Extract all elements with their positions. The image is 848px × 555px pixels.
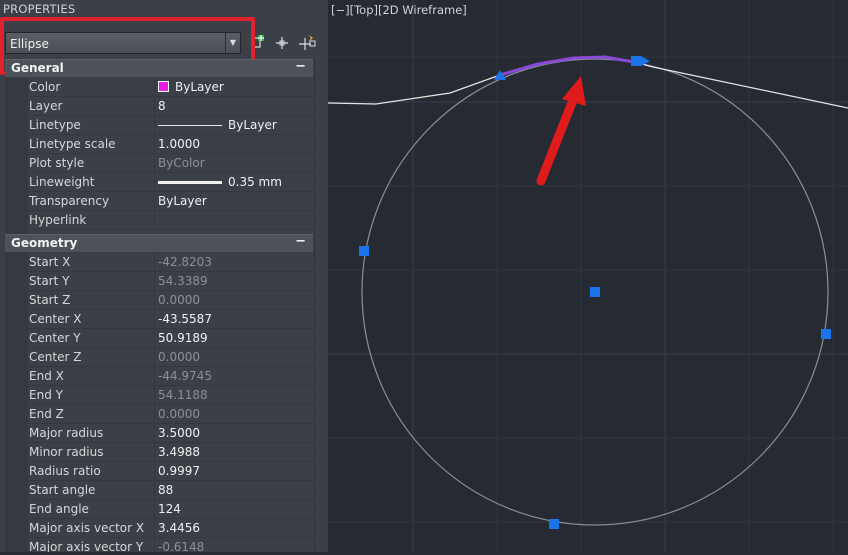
- prop-name: Layer: [29, 99, 63, 113]
- prop-name: Start Z: [29, 293, 71, 307]
- lineweight-preview-icon: [158, 181, 222, 184]
- prop-value[interactable]: ByLayer: [158, 118, 277, 132]
- prop-row-end-z[interactable]: End Z 0.0000: [28, 405, 313, 424]
- linetype-preview-icon: [158, 125, 222, 126]
- prop-value[interactable]: -0.6148: [158, 540, 204, 552]
- prop-row-plot-style[interactable]: Plot style ByColor: [28, 154, 313, 173]
- prop-name: End X: [29, 369, 64, 383]
- grid-major: [328, 0, 848, 552]
- palette-title: PROPERTIES: [3, 2, 76, 16]
- prop-value[interactable]: ByLayer: [158, 194, 207, 208]
- quadrant-grip-left-icon[interactable]: [359, 246, 369, 256]
- prop-row-start-y[interactable]: Start Y 54.3389: [28, 272, 313, 291]
- prop-value[interactable]: 0.0000: [158, 293, 200, 307]
- prop-name: Major radius: [29, 426, 104, 440]
- annotation-arrow-icon: [536, 76, 586, 186]
- prop-name: End Y: [29, 388, 63, 402]
- properties-palette: PROPERTIES Ellipse ▼ General − Color ByL…: [0, 0, 328, 552]
- prop-name: Center X: [29, 312, 82, 326]
- section-general-title: General: [11, 61, 64, 75]
- palette-scrollbar[interactable]: [314, 58, 328, 552]
- selected-elliptical-arc[interactable]: [499, 55, 635, 77]
- prop-row-minor-radius[interactable]: Minor radius 3.4988: [28, 443, 313, 462]
- center-grip-icon[interactable]: [590, 287, 600, 297]
- prop-row-color[interactable]: Color ByLayer: [28, 78, 313, 97]
- prop-value[interactable]: 124: [158, 502, 181, 516]
- prop-row-radius-ratio[interactable]: Radius ratio 0.9997: [28, 462, 313, 481]
- prop-name: Transparency: [29, 194, 110, 208]
- prop-row-layer[interactable]: Layer 8: [28, 97, 313, 116]
- prop-value[interactable]: 3.5000: [158, 426, 200, 440]
- prop-name: Major axis vector X: [29, 521, 145, 535]
- prop-name: End angle: [29, 502, 89, 516]
- prop-name: Lineweight: [29, 175, 95, 189]
- prop-name: Plot style: [29, 156, 85, 170]
- viewport-controls-label[interactable]: [−][Top][2D Wireframe]: [331, 3, 467, 17]
- prop-row-end-angle[interactable]: End angle 124: [28, 500, 313, 519]
- prop-row-major-axis-vector-y[interactable]: Major axis vector Y -0.6148: [28, 538, 313, 552]
- prop-value[interactable]: 3.4456: [158, 521, 200, 535]
- prop-name: Radius ratio: [29, 464, 101, 478]
- prop-value: ByColor: [158, 156, 205, 170]
- section-general-header[interactable]: General −: [5, 59, 313, 77]
- polyline-curve[interactable]: [327, 56, 848, 109]
- section-geometry-header[interactable]: Geometry −: [5, 234, 313, 252]
- drawing-canvas[interactable]: [327, 0, 848, 552]
- drawing-viewport[interactable]: [−][Top][2D Wireframe]: [327, 0, 848, 552]
- prop-value[interactable]: ByLayer: [158, 80, 224, 94]
- prop-value[interactable]: 8: [158, 99, 166, 113]
- prop-name: Hyperlink: [29, 213, 87, 227]
- prop-value[interactable]: 54.3389: [158, 274, 208, 288]
- prop-row-hyperlink[interactable]: Hyperlink: [28, 211, 313, 230]
- grid: [328, 0, 848, 552]
- prop-value[interactable]: 54.1188: [158, 388, 208, 402]
- prop-name: Start angle: [29, 483, 96, 497]
- prop-value[interactable]: 0.9997: [158, 464, 200, 478]
- prop-row-end-y[interactable]: End Y 54.1188: [28, 386, 313, 405]
- prop-name: Center Y: [29, 331, 81, 345]
- prop-row-lineweight[interactable]: Lineweight 0.35 mm: [28, 173, 313, 192]
- prop-value[interactable]: -44.9745: [158, 369, 212, 383]
- prop-row-center-x[interactable]: Center X -43.5587: [28, 310, 313, 329]
- prop-name: End Z: [29, 407, 64, 421]
- prop-name: Minor radius: [29, 445, 104, 459]
- quadrant-grip-bottom-icon[interactable]: [549, 519, 559, 529]
- select-objects-icon[interactable]: [272, 32, 292, 54]
- prop-name: Center Z: [29, 350, 82, 364]
- prop-name: Linetype: [29, 118, 81, 132]
- prop-name: Linetype scale: [29, 137, 116, 151]
- collapse-toggle-icon[interactable]: −: [295, 234, 306, 249]
- prop-row-major-axis-vector-x[interactable]: Major axis vector X 3.4456: [28, 519, 313, 538]
- prop-value[interactable]: 0.0000: [158, 350, 200, 364]
- arc-end-grip-icon[interactable]: [631, 56, 641, 66]
- prop-row-start-x[interactable]: Start X -42.8203: [28, 253, 313, 272]
- prop-row-transparency[interactable]: Transparency ByLayer: [28, 192, 313, 211]
- quick-select-icon[interactable]: [297, 32, 317, 54]
- prop-value[interactable]: 88: [158, 483, 173, 497]
- prop-name: Start Y: [29, 274, 70, 288]
- prop-value[interactable]: 50.9189: [158, 331, 208, 345]
- prop-name: Start X: [29, 255, 71, 269]
- prop-value[interactable]: -42.8203: [158, 255, 212, 269]
- prop-value[interactable]: -43.5587: [158, 312, 212, 326]
- prop-name: Major axis vector Y: [29, 540, 144, 552]
- prop-name: Color: [29, 80, 61, 94]
- quadrant-grip-right-icon[interactable]: [821, 329, 831, 339]
- prop-row-linetype[interactable]: Linetype ByLayer: [28, 116, 313, 135]
- color-swatch-icon: [158, 81, 169, 92]
- collapse-toggle-icon[interactable]: −: [295, 59, 306, 74]
- prop-row-linetype-scale[interactable]: Linetype scale 1.0000: [28, 135, 313, 154]
- prop-row-end-x[interactable]: End X -44.9745: [28, 367, 313, 386]
- prop-value[interactable]: 1.0000: [158, 137, 200, 151]
- section-geometry-title: Geometry: [11, 236, 78, 250]
- prop-value[interactable]: 0.35 mm: [158, 175, 282, 189]
- prop-row-start-angle[interactable]: Start angle 88: [28, 481, 313, 500]
- prop-value[interactable]: 3.4988: [158, 445, 200, 459]
- prop-value[interactable]: 0.0000: [158, 407, 200, 421]
- prop-row-major-radius[interactable]: Major radius 3.5000: [28, 424, 313, 443]
- prop-row-center-z[interactable]: Center Z 0.0000: [28, 348, 313, 367]
- palette-gutter: [5, 78, 28, 552]
- prop-row-center-y[interactable]: Center Y 50.9189: [28, 329, 313, 348]
- prop-row-start-z[interactable]: Start Z 0.0000: [28, 291, 313, 310]
